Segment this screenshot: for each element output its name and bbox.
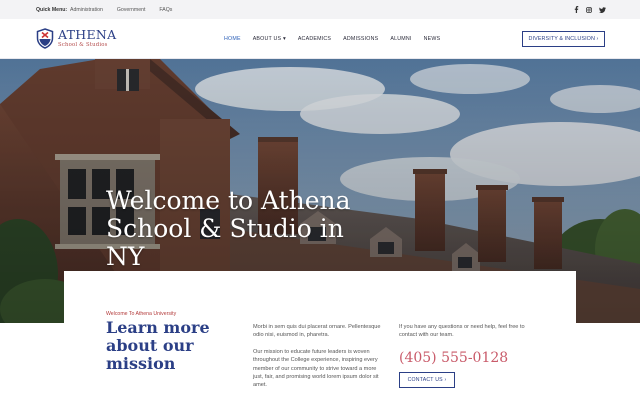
nav-admissions[interactable]: ADMISSIONS bbox=[343, 36, 378, 42]
brand-name: ATHENA bbox=[58, 27, 117, 42]
contact-us-button[interactable]: CONTACT US › bbox=[399, 371, 455, 388]
mission-heading: Learn more about our mission bbox=[106, 318, 210, 373]
brand-subtitle: School & Studios bbox=[58, 42, 108, 48]
site-header: ATHENA School & Studios HOME ABOUT US ▾ … bbox=[0, 19, 640, 59]
shield-icon bbox=[36, 28, 54, 49]
quick-link-faqs[interactable]: FAQs bbox=[159, 7, 172, 13]
quick-link-administration[interactable]: Administration bbox=[70, 7, 103, 13]
quick-menu-bar: Quick Menu: Administration Government FA… bbox=[0, 0, 640, 19]
mission-text: Morbi in sem quis dui placerat ornare. P… bbox=[253, 323, 387, 398]
quick-menu-links: Administration Government FAQs bbox=[70, 7, 172, 13]
diversity-inclusion-button[interactable]: DIVERSITY & INCLUSION › bbox=[522, 31, 605, 47]
hero-title: Welcome to Athena School & Studio in NY bbox=[106, 186, 351, 271]
nav-news[interactable]: NEWS bbox=[424, 36, 441, 42]
site-logo[interactable]: ATHENA School & Studios bbox=[36, 28, 116, 49]
section-eyebrow: Welcome To Athena University bbox=[106, 311, 177, 317]
phone-number[interactable]: (405) 555-0128 bbox=[399, 350, 539, 366]
instagram-icon[interactable] bbox=[586, 6, 592, 13]
nav-about-us[interactable]: ABOUT US ▾ bbox=[253, 36, 286, 42]
social-links bbox=[574, 6, 606, 13]
quick-menu-label: Quick Menu: bbox=[36, 6, 68, 13]
twitter-icon[interactable] bbox=[599, 6, 606, 13]
nav-home[interactable]: HOME bbox=[224, 36, 241, 42]
facebook-icon[interactable] bbox=[574, 6, 579, 13]
mission-paragraph-1: Morbi in sem quis dui placerat ornare. P… bbox=[253, 324, 381, 339]
quick-link-government[interactable]: Government bbox=[117, 7, 146, 13]
mission-paragraph-2: Our mission to educate future leaders is… bbox=[253, 348, 379, 389]
mission-section: Welcome To Athena University Learn more … bbox=[64, 271, 576, 388]
contact-text: If you have any questions or need help, … bbox=[399, 324, 525, 339]
nav-academics[interactable]: ACADEMICS bbox=[298, 36, 331, 42]
contact-block: If you have any questions or need help, … bbox=[399, 323, 539, 388]
main-nav: HOME ABOUT US ▾ ACADEMICS ADMISSIONS ALU… bbox=[224, 36, 440, 42]
nav-alumni[interactable]: ALUMNI bbox=[390, 36, 411, 42]
